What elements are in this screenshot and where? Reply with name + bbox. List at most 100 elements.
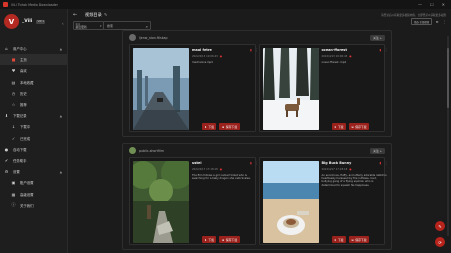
post-card: ljenw_ston.ftlskap 关注 + maol fetre 2022/… [122, 30, 392, 137]
sidebar-item-downloading[interactable]: ↓ 下载中 [0, 121, 67, 132]
search-input[interactable]: 搜索 ⌕ [103, 21, 151, 30]
page-title: 视频目录 [85, 11, 102, 17]
save-download-button[interactable]: ⊞ 保存下载 [219, 123, 240, 130]
video-date: 2022/4/13 10:06:43 ● [192, 55, 258, 58]
sidebar-item-label: 高级设置 [20, 192, 34, 197]
bookmark-icon[interactable]: ▮ [380, 161, 382, 165]
scrollbar-thumb[interactable] [447, 48, 449, 108]
post-author[interactable]: public-shortfilm [139, 149, 164, 153]
video-thumbnail[interactable] [262, 48, 319, 130]
video-description: ocean fforest .mp4 [321, 60, 347, 64]
video-card[interactable]: ustel 2022/4/17 17:18:18 ● The film foll… [129, 157, 258, 245]
collapse-sidebar-icon[interactable]: ‹ [62, 21, 64, 26]
sidebar-item-account-settings[interactable]: ▣ 账户设置 [0, 177, 67, 188]
refresh-button[interactable]: ⟳ [435, 237, 445, 247]
back-arrow-icon[interactable]: ← [73, 12, 77, 18]
card-actions: ⬇ 下载 ⊞ 保存下载 [331, 236, 369, 243]
card-icons: ▮ ⋮ [250, 48, 258, 52]
card-actions: ⬇ 下载 ⊞ 保存下载 [202, 236, 240, 243]
close-button[interactable]: ✕ [442, 2, 445, 7]
sidebar-item-history[interactable]: ◷ 历史 [0, 88, 67, 99]
new-badge-icon: ● [219, 54, 223, 58]
task-icon: ✔ [4, 157, 9, 163]
check-circle-icon: ● [4, 146, 9, 152]
download-label: 下载 [208, 237, 214, 242]
video-date: 2022/4/13 10:06:43 ● [322, 55, 388, 58]
save-download-label: 保存下载 [225, 124, 237, 129]
sidebar: V _Vili VIP 1 ‹ ⌂ 用户中心 ▲ ■ 主页 ♥ 喜欢 ▤ 本地收… [0, 9, 68, 253]
chat-icon: ✎ [438, 223, 442, 229]
menu-icon[interactable]: ≡ [436, 20, 439, 24]
more-icon[interactable]: ⋮ [443, 20, 447, 24]
video-thumbnail[interactable] [262, 161, 319, 243]
app-window: ViLi Tictok Media Downloader — ☐ ✕ V _Vi… [0, 0, 451, 253]
user-profile[interactable]: V _Vili VIP 1 [4, 14, 46, 29]
video-thumbnail[interactable] [133, 161, 189, 243]
download-button[interactable]: ⬇ 下载 [331, 236, 346, 243]
bookmark-icon[interactable]: ▮ [250, 48, 252, 52]
save-download-button[interactable]: ⊞ 保存下载 [348, 123, 369, 130]
sidebar-item-task-helper[interactable]: ✔ 任务助手 [0, 155, 67, 166]
sidebar-item-advanced-settings[interactable]: ▦ 高级设置 [0, 188, 67, 199]
download-button[interactable]: ⬇ 下载 [202, 123, 217, 130]
save-download-button[interactable]: ⊞ 保存下载 [219, 236, 240, 243]
bookmark-icon[interactable]: ▮ [380, 48, 382, 52]
video-date-text: 2022/4/17 17:18:18 [192, 167, 218, 171]
sidebar-item-label: 主页 [20, 58, 27, 63]
more-vertical-icon[interactable]: ⋮ [255, 48, 258, 52]
more-vertical-icon[interactable]: ⋮ [255, 161, 258, 165]
vip-badge: VIP 1 [36, 19, 46, 24]
sidebar-item-download-records[interactable]: ⬇ 下载记录 ▲ [0, 110, 67, 121]
video-description: An enormous, fluffy, and utterly adorabl… [321, 173, 387, 187]
sidebar-item-label: 喜欢 [20, 69, 27, 74]
sidebar-item-likes[interactable]: ♥ 喜欢 [0, 65, 67, 76]
sidebar-item-user-center[interactable]: ⌂ 用户中心 ▲ [0, 43, 67, 54]
search-icon[interactable]: ⌕ [146, 24, 148, 29]
minimize-button[interactable]: — [418, 2, 422, 7]
info-icon: ⓘ [11, 202, 16, 208]
video-info: ocean-fforest 2022/4/13 10:06:43 ● ocean… [322, 48, 388, 130]
follow-button[interactable]: 关注 + [370, 34, 385, 41]
sort-select[interactable]: 排序 最近更新 ▾ [73, 21, 104, 30]
video-card[interactable]: Big Buck Bunny 2022/4/17 17:18:18 ● An e… [258, 157, 388, 245]
chat-button[interactable]: ✎ [435, 221, 445, 231]
video-card[interactable]: maol fetre 2022/4/13 10:06:43 ● mechanic… [129, 44, 258, 132]
maximize-button[interactable]: ☐ [430, 2, 434, 7]
video-info: Big Buck Bunny 2022/4/17 17:18:18 ● An e… [322, 161, 388, 243]
sidebar-item-settings[interactable]: ⚙ 设置 ▲ [0, 166, 67, 177]
video-thumbnail[interactable] [133, 48, 189, 130]
refresh-icon: ⟳ [438, 239, 442, 245]
save-download-button[interactable]: ⊞ 保存下载 [348, 236, 369, 243]
post-header: public-shortfilm 关注 + [123, 144, 391, 157]
save-download-label: 保存下载 [355, 237, 367, 242]
sidebar-item-auto-download[interactable]: ● 自动下载 [0, 144, 67, 155]
sidebar-item-completed[interactable]: ✓ 已完成 [0, 133, 67, 144]
pin-icon[interactable]: ✎ [104, 12, 107, 17]
author-avatar[interactable] [129, 147, 136, 154]
sidebar-item-local-collection[interactable]: ▤ 本地收藏 [0, 77, 67, 88]
video-date-text: 2022/4/17 17:18:18 [321, 167, 348, 171]
video-card[interactable]: ocean-fforest 2022/4/13 10:06:43 ● ocean… [258, 44, 388, 132]
sidebar-item-recommend[interactable]: ☆ 推荐 [0, 99, 67, 110]
download-button[interactable]: ⬇ 下载 [202, 236, 217, 243]
heart-icon: ♥ [11, 68, 16, 74]
follow-button[interactable]: 关注 + [370, 147, 385, 154]
download-button[interactable]: ⬇ 下载 [331, 123, 346, 130]
video-info: maol fetre 2022/4/13 10:06:43 ● mechanic… [192, 48, 258, 130]
avatar[interactable]: V [4, 14, 19, 29]
video-title: Big Buck Bunny [321, 161, 352, 165]
post-author[interactable]: ljenw_ston.ftlskap [139, 36, 167, 40]
more-vertical-icon[interactable]: ⋮ [384, 48, 387, 52]
check-icon: ✓ [11, 135, 16, 141]
bookmark-icon[interactable]: ▮ [250, 161, 252, 165]
post-body: ustel 2022/4/17 17:18:18 ● The film foll… [123, 157, 391, 249]
more-vertical-icon[interactable]: ⋮ [384, 161, 387, 165]
filter-chip[interactable]: 筛选 全部视频 [411, 18, 432, 25]
sidebar-item-home[interactable]: ■ 主页 [0, 54, 67, 66]
history-icon: ◷ [11, 90, 16, 96]
sidebar-item-label: 用户中心 [13, 47, 27, 52]
app-logo-icon [3, 2, 8, 7]
login-notice: 请登录后以获取更多视频内容，立即登录以获取更多权限 [381, 13, 446, 17]
author-avatar[interactable] [129, 34, 136, 41]
sidebar-item-about[interactable]: ⓘ 关于我们 [0, 200, 67, 211]
